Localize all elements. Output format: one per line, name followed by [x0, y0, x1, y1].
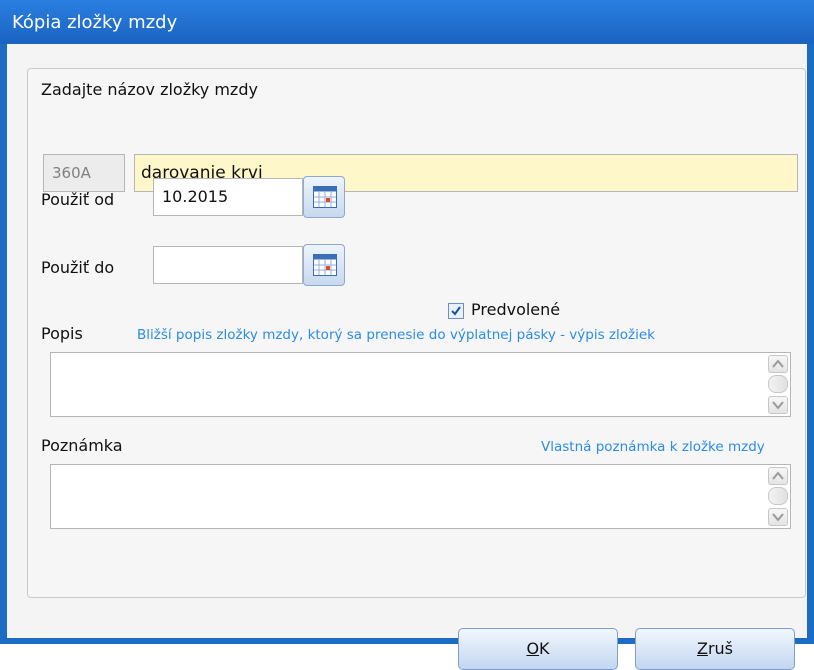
scroll-up-arrow-icon — [772, 359, 784, 368]
scroll-up-button[interactable] — [768, 467, 788, 485]
default-checkbox[interactable] — [448, 303, 464, 319]
popis-textarea[interactable] — [50, 352, 791, 417]
scroll-up-arrow-icon — [772, 471, 784, 480]
dialog-body: Zadajte názov zložky mzdy 360A darovanie… — [7, 44, 807, 670]
to-label: Použiť do — [41, 258, 115, 277]
scroll-thumb[interactable] — [768, 375, 788, 393]
ok-button[interactable]: OK — [458, 628, 618, 670]
name-label: Zadajte názov zložky mzdy — [41, 80, 258, 99]
scroll-down-button[interactable] — [768, 396, 788, 414]
ok-label-rest: K — [539, 639, 550, 658]
scroll-up-button[interactable] — [768, 355, 788, 373]
window-title: Kópia zložky mzdy — [12, 12, 178, 33]
default-label[interactable]: Predvolené — [471, 300, 560, 319]
poznamka-scrollbar[interactable] — [768, 467, 788, 526]
cancel-label-rest: ruš — [707, 639, 734, 658]
from-calendar-button[interactable] — [303, 176, 345, 218]
from-date-input[interactable]: 10.2015 — [153, 178, 303, 216]
ok-mnemonic: O — [526, 639, 540, 658]
scroll-down-button[interactable] — [768, 508, 788, 526]
poznamka-textarea[interactable] — [50, 464, 791, 529]
popis-hint: Bližší popis zložky mzdy, ktorý sa prene… — [137, 327, 655, 343]
title-bar[interactable]: Kópia zložky mzdy — [0, 0, 814, 44]
cancel-mnemonic: Z — [696, 639, 708, 658]
dialog-window: Kópia zložky mzdy Zadajte názov zložky m… — [0, 0, 814, 670]
code-field: 360A — [43, 154, 125, 192]
scroll-thumb[interactable] — [768, 487, 788, 505]
poznamka-label: Poznámka — [41, 436, 123, 455]
popis-label: Popis — [41, 324, 83, 343]
cancel-button[interactable]: Zruš — [635, 628, 795, 670]
check-icon — [451, 306, 461, 316]
calendar-icon — [313, 186, 337, 208]
to-date-input[interactable] — [153, 246, 303, 284]
scroll-down-arrow-icon — [772, 513, 784, 522]
calendar-icon — [313, 254, 337, 276]
to-calendar-button[interactable] — [303, 244, 345, 286]
popis-scrollbar[interactable] — [768, 355, 788, 414]
from-label: Použiť od — [41, 190, 115, 209]
scroll-down-arrow-icon — [772, 401, 784, 410]
poznamka-hint: Vlastná poznámka k zložke mzdy — [541, 439, 765, 455]
